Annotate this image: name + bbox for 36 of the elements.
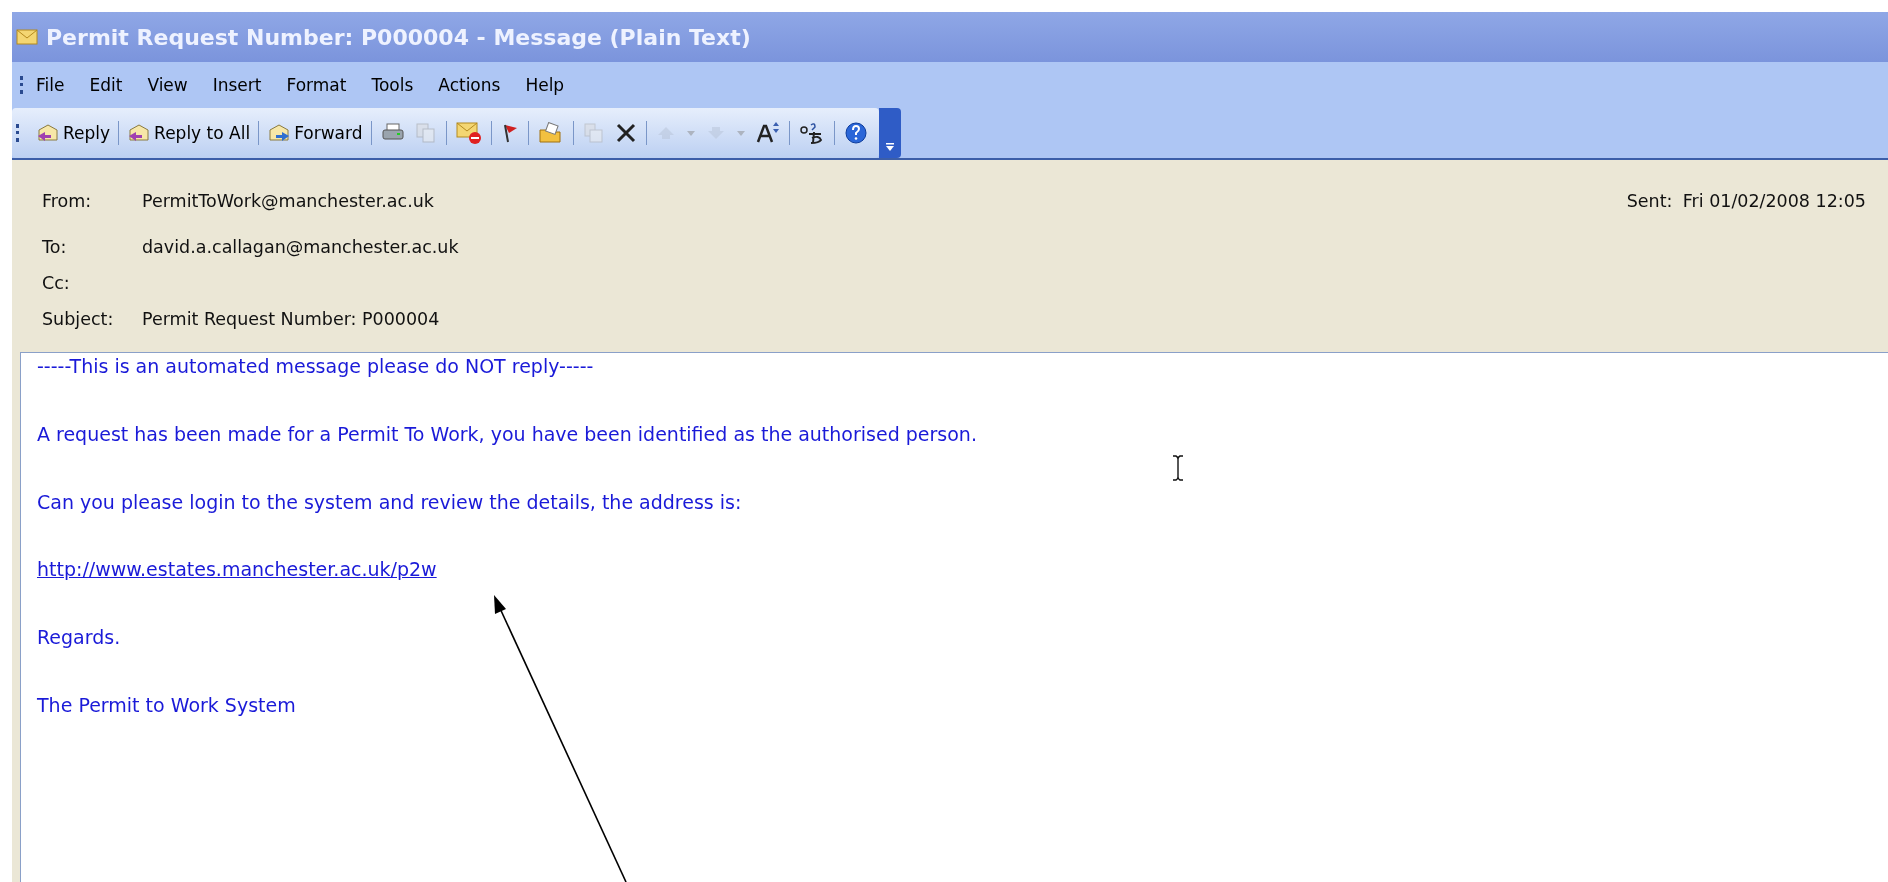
forward-button[interactable]: Forward: [263, 121, 367, 145]
menu-item[interactable]: File: [36, 75, 65, 95]
field-value: Fri 01/02/2008 12:05: [1682, 191, 1866, 211]
caret-icon: [884, 142, 895, 152]
body-paragraph: -----This is an automated message please do NOT reply-----: [37, 355, 594, 378]
menu-item[interactable]: Tools: [371, 75, 414, 95]
field-label: To:: [42, 237, 68, 257]
body-paragraph: A request has been made for a Permit To Work, you have been identified as the authorised person.: [37, 422, 977, 446]
field-value: Permit Request Number: P000004: [142, 309, 440, 329]
text-cursor-icon: [1172, 455, 1184, 481]
window-title: Permit Request Number: P000004 - Message (Plain Text): [46, 24, 751, 50]
envelope-arrow-icon: [267, 123, 292, 143]
menu-item[interactable]: Insert: [212, 75, 262, 95]
envelope-arrow-icon: [127, 123, 152, 143]
field-label: Sent:: [1626, 191, 1674, 211]
link[interactable]: http://www.estates.manchester.ac.uk/p2w: [37, 558, 437, 582]
body-paragraph: Can you please login to the system and review the details, the address is:: [37, 490, 742, 514]
menu-item[interactable]: View: [147, 75, 188, 95]
envelope-arrow-icon: [36, 123, 60, 143]
field-label: From:: [42, 191, 93, 211]
menu-item[interactable]: Actions: [438, 75, 501, 95]
body-paragraph: The Permit to Work System: [37, 694, 296, 717]
field-value: david.a.callagan@manchester.ac.uk: [142, 237, 459, 257]
grip-icon: [20, 76, 26, 94]
reply-all-button[interactable]: Reply to All: [123, 121, 255, 145]
field-label: Subject:: [42, 309, 115, 329]
reply-button[interactable]: Reply: [32, 121, 115, 145]
field-label: Cc:: [42, 273, 71, 293]
grip-icon: [16, 124, 22, 142]
body-paragraph: Regards.: [37, 626, 121, 649]
toolbar-options-button[interactable]: [878, 108, 901, 158]
envelope-icon: [16, 29, 38, 45]
menu-item[interactable]: Format: [286, 75, 347, 95]
field-value: PermitToWork@manchester.ac.uk: [142, 191, 434, 211]
menu-item[interactable]: Help: [525, 75, 565, 95]
menu-item[interactable]: Edit: [89, 75, 123, 95]
